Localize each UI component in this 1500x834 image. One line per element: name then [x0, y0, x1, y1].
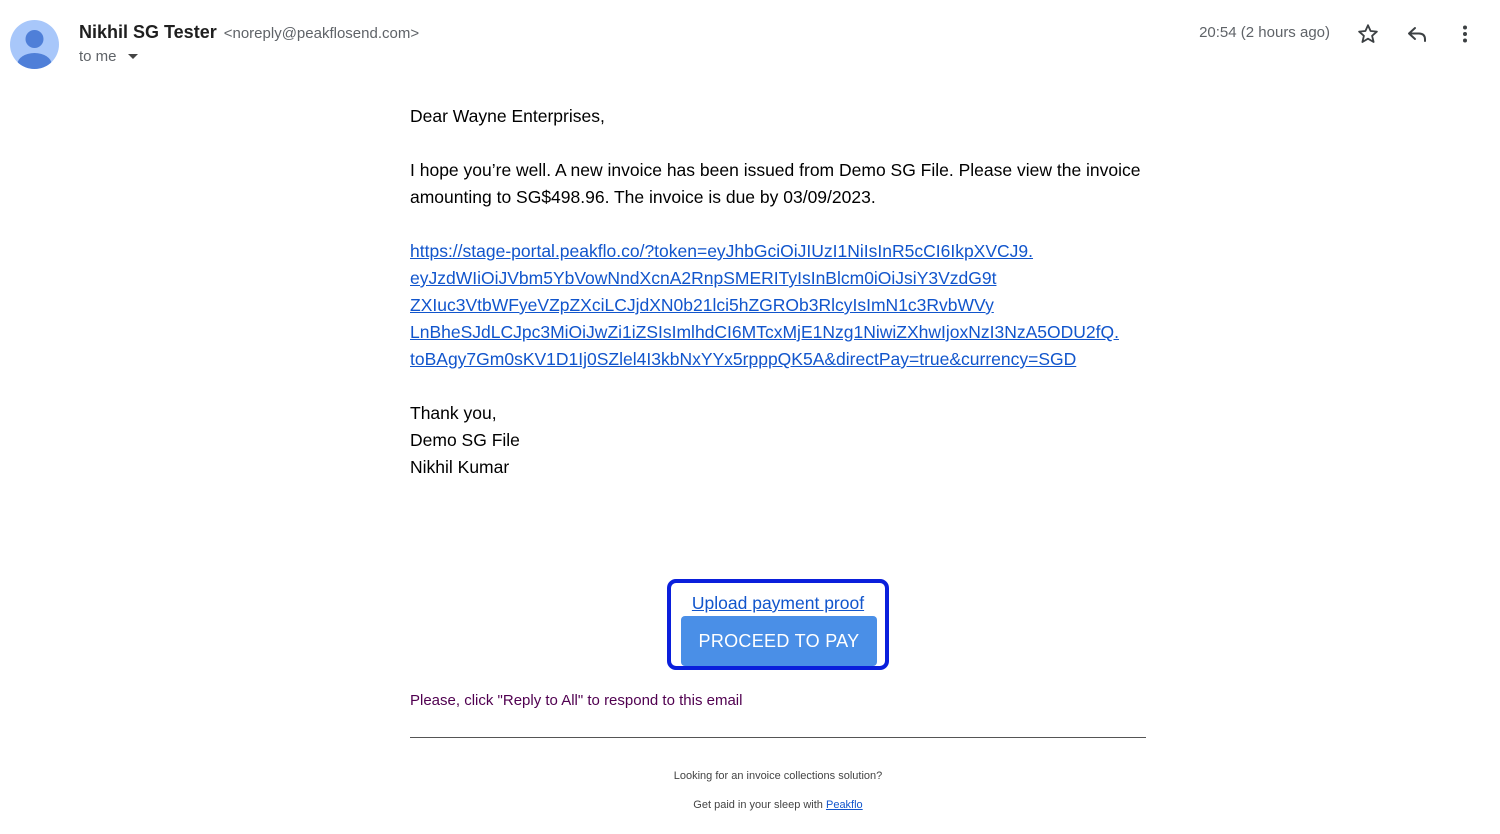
- recipient-label: to me: [79, 48, 117, 65]
- signoff-line: Nikhil Kumar: [410, 457, 510, 477]
- sender-line: Nikhil SG Tester <noreply@peakflosend.co…: [79, 22, 419, 43]
- invoice-link-line[interactable]: eyJzdWIiOiJVbm5YbVowNndXcnA2RnpSMERITyIs…: [410, 265, 1146, 292]
- peakflo-link[interactable]: Peakflo: [826, 799, 863, 811]
- star-icon[interactable]: [1354, 20, 1382, 48]
- email-view: Nikhil SG Tester <noreply@peakflosend.co…: [0, 0, 1500, 834]
- person-icon: [17, 30, 52, 69]
- timestamp: 20:54 (2 hours ago): [1199, 24, 1330, 41]
- invoice-link-line[interactable]: LnBheSJdLCJpc3MiOiJwZi1iZSIsImlhdCI6MTcx…: [410, 319, 1146, 346]
- footer-tagline: Looking for an invoice collections solut…: [673, 770, 883, 782]
- footer-promo: Get paid in your sleep with Peakflo: [410, 799, 1146, 811]
- paragraph-line: amounting to SG$498.96. The invoice is d…: [410, 187, 876, 207]
- more-vert-icon[interactable]: [1451, 20, 1479, 48]
- sender-email: <noreply@peakflosend.com>: [223, 25, 420, 42]
- avatar[interactable]: [10, 20, 59, 69]
- footer-promo-text: Get paid in your sleep with: [693, 799, 826, 811]
- email-body: Dear Wayne Enterprises, I hope you’re we…: [410, 103, 1146, 481]
- invoice-paragraph: I hope you’re well. A new invoice has be…: [410, 157, 1146, 211]
- signoff-line: Thank you,: [410, 403, 497, 423]
- signoff-line: Demo SG File: [410, 430, 520, 450]
- invoice-link[interactable]: https://stage-portal.peakflo.co/?token=e…: [410, 238, 1146, 373]
- invoice-link-line[interactable]: toBAgy7Gm0sKV1D1Ij0SZlel4I3kbNxYYx5rpppQ…: [410, 346, 1146, 373]
- chevron-down-icon[interactable]: [127, 48, 139, 65]
- reply-all-note: Please, click "Reply to All" to respond …: [410, 692, 743, 709]
- recipient-details-toggle[interactable]: to me: [79, 48, 139, 65]
- upload-payment-proof-link[interactable]: Upload payment proof: [671, 593, 885, 614]
- paragraph-line: I hope you’re well. A new invoice has be…: [410, 160, 1141, 180]
- greeting: Dear Wayne Enterprises,: [410, 106, 605, 126]
- reply-icon[interactable]: [1403, 20, 1431, 48]
- invoice-link-line[interactable]: ZXIuc3VtbWFyeVZpZXciLCJjdXN0b21lci5hZGRO…: [410, 292, 1146, 319]
- proceed-to-pay-button[interactable]: PROCEED TO PAY: [681, 616, 877, 666]
- sender-name[interactable]: Nikhil SG Tester: [79, 22, 217, 42]
- invoice-link-line[interactable]: https://stage-portal.peakflo.co/?token=e…: [410, 238, 1146, 265]
- payment-cta-box: Upload payment proof PROCEED TO PAY: [667, 579, 889, 670]
- footer-divider: [410, 737, 1146, 738]
